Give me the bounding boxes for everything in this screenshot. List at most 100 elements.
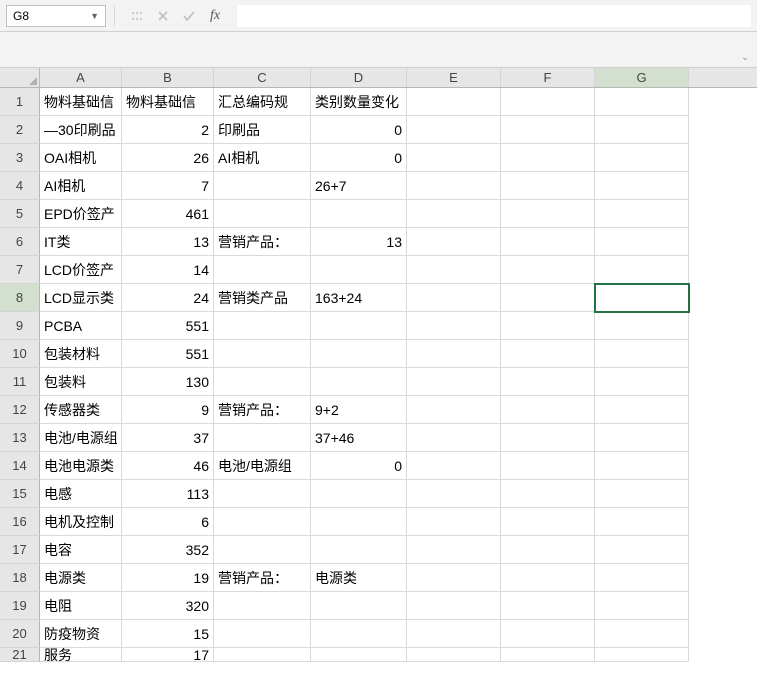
cell-D16[interactable] [311,508,407,536]
column-header-F[interactable]: F [501,68,595,87]
cell-G21[interactable] [595,648,689,662]
cell-F21[interactable] [501,648,595,662]
cell-D3[interactable]: 0 [311,144,407,172]
cell-F3[interactable] [501,144,595,172]
cell-G20[interactable] [595,620,689,648]
cell-F12[interactable] [501,396,595,424]
cell-E16[interactable] [407,508,501,536]
cell-E9[interactable] [407,312,501,340]
cell-B17[interactable]: 352 [122,536,214,564]
cell-C19[interactable] [214,592,311,620]
cell-D2[interactable]: 0 [311,116,407,144]
cell-E3[interactable] [407,144,501,172]
row-header-2[interactable]: 2 [0,116,40,144]
cell-E15[interactable] [407,480,501,508]
row-header-17[interactable]: 17 [0,536,40,564]
cell-C4[interactable] [214,172,311,200]
cell-D6[interactable]: 13 [311,228,407,256]
row-header-10[interactable]: 10 [0,340,40,368]
dots-icon[interactable] [129,8,145,24]
cell-D21[interactable] [311,648,407,662]
cell-G17[interactable] [595,536,689,564]
row-header-11[interactable]: 11 [0,368,40,396]
cell-A13[interactable]: 电池/电源组 [40,424,122,452]
cell-C2[interactable]: 印刷品 [214,116,311,144]
cell-C13[interactable] [214,424,311,452]
cell-C10[interactable] [214,340,311,368]
cell-F8[interactable] [501,284,595,312]
cell-A16[interactable]: 电机及控制 [40,508,122,536]
cell-B8[interactable]: 24 [122,284,214,312]
name-box[interactable]: G8 ▼ [6,5,106,27]
cell-C16[interactable] [214,508,311,536]
cell-B21[interactable]: 17 [122,648,214,662]
cell-F17[interactable] [501,536,595,564]
row-header-19[interactable]: 19 [0,592,40,620]
cell-B11[interactable]: 130 [122,368,214,396]
cell-E6[interactable] [407,228,501,256]
cell-A6[interactable]: IT类 [40,228,122,256]
cell-F7[interactable] [501,256,595,284]
cell-B7[interactable]: 14 [122,256,214,284]
cell-G6[interactable] [595,228,689,256]
row-header-13[interactable]: 13 [0,424,40,452]
cell-E2[interactable] [407,116,501,144]
cell-G9[interactable] [595,312,689,340]
cell-E7[interactable] [407,256,501,284]
cell-C14[interactable]: 电池/电源组 [214,452,311,480]
cell-A9[interactable]: PCBA [40,312,122,340]
row-header-21[interactable]: 21 [0,648,40,662]
column-header-A[interactable]: A [40,68,122,87]
cell-B4[interactable]: 7 [122,172,214,200]
cell-C18[interactable]: 营销产品： [214,564,311,592]
row-header-18[interactable]: 18 [0,564,40,592]
cell-A18[interactable]: 电源类 [40,564,122,592]
cell-A14[interactable]: 电池电源类 [40,452,122,480]
cell-D19[interactable] [311,592,407,620]
cell-E20[interactable] [407,620,501,648]
cell-A15[interactable]: 电感 [40,480,122,508]
cell-E4[interactable] [407,172,501,200]
cell-B10[interactable]: 551 [122,340,214,368]
row-header-15[interactable]: 15 [0,480,40,508]
cell-F18[interactable] [501,564,595,592]
cell-F6[interactable] [501,228,595,256]
column-header-D[interactable]: D [311,68,407,87]
cell-C5[interactable] [214,200,311,228]
cell-A3[interactable]: OAI相机 [40,144,122,172]
cell-F20[interactable] [501,620,595,648]
row-header-1[interactable]: 1 [0,88,40,116]
cell-F4[interactable] [501,172,595,200]
row-header-5[interactable]: 5 [0,200,40,228]
row-header-3[interactable]: 3 [0,144,40,172]
cell-G4[interactable] [595,172,689,200]
cell-F1[interactable] [501,88,595,116]
cell-G10[interactable] [595,340,689,368]
formula-input[interactable] [237,5,751,27]
cell-B5[interactable]: 461 [122,200,214,228]
enter-icon[interactable] [181,8,197,24]
cell-D7[interactable] [311,256,407,284]
cell-D1[interactable]: 类别数量变化 [311,88,407,116]
cell-G19[interactable] [595,592,689,620]
cell-B2[interactable]: 2 [122,116,214,144]
column-header-E[interactable]: E [407,68,501,87]
row-header-14[interactable]: 14 [0,452,40,480]
cell-B18[interactable]: 19 [122,564,214,592]
cell-B13[interactable]: 37 [122,424,214,452]
cell-D20[interactable] [311,620,407,648]
cell-G1[interactable] [595,88,689,116]
name-box-dropdown-icon[interactable]: ▼ [90,11,99,21]
cell-C9[interactable] [214,312,311,340]
cell-C11[interactable] [214,368,311,396]
cell-F16[interactable] [501,508,595,536]
cell-A2[interactable]: —30印刷品 [40,116,122,144]
cell-A4[interactable]: AI相机 [40,172,122,200]
cell-B9[interactable]: 551 [122,312,214,340]
cell-E18[interactable] [407,564,501,592]
column-header-G[interactable]: G [595,68,689,87]
cell-C7[interactable] [214,256,311,284]
cell-D9[interactable] [311,312,407,340]
cell-D13[interactable]: 37+46 [311,424,407,452]
fx-icon[interactable]: fx [207,8,223,24]
